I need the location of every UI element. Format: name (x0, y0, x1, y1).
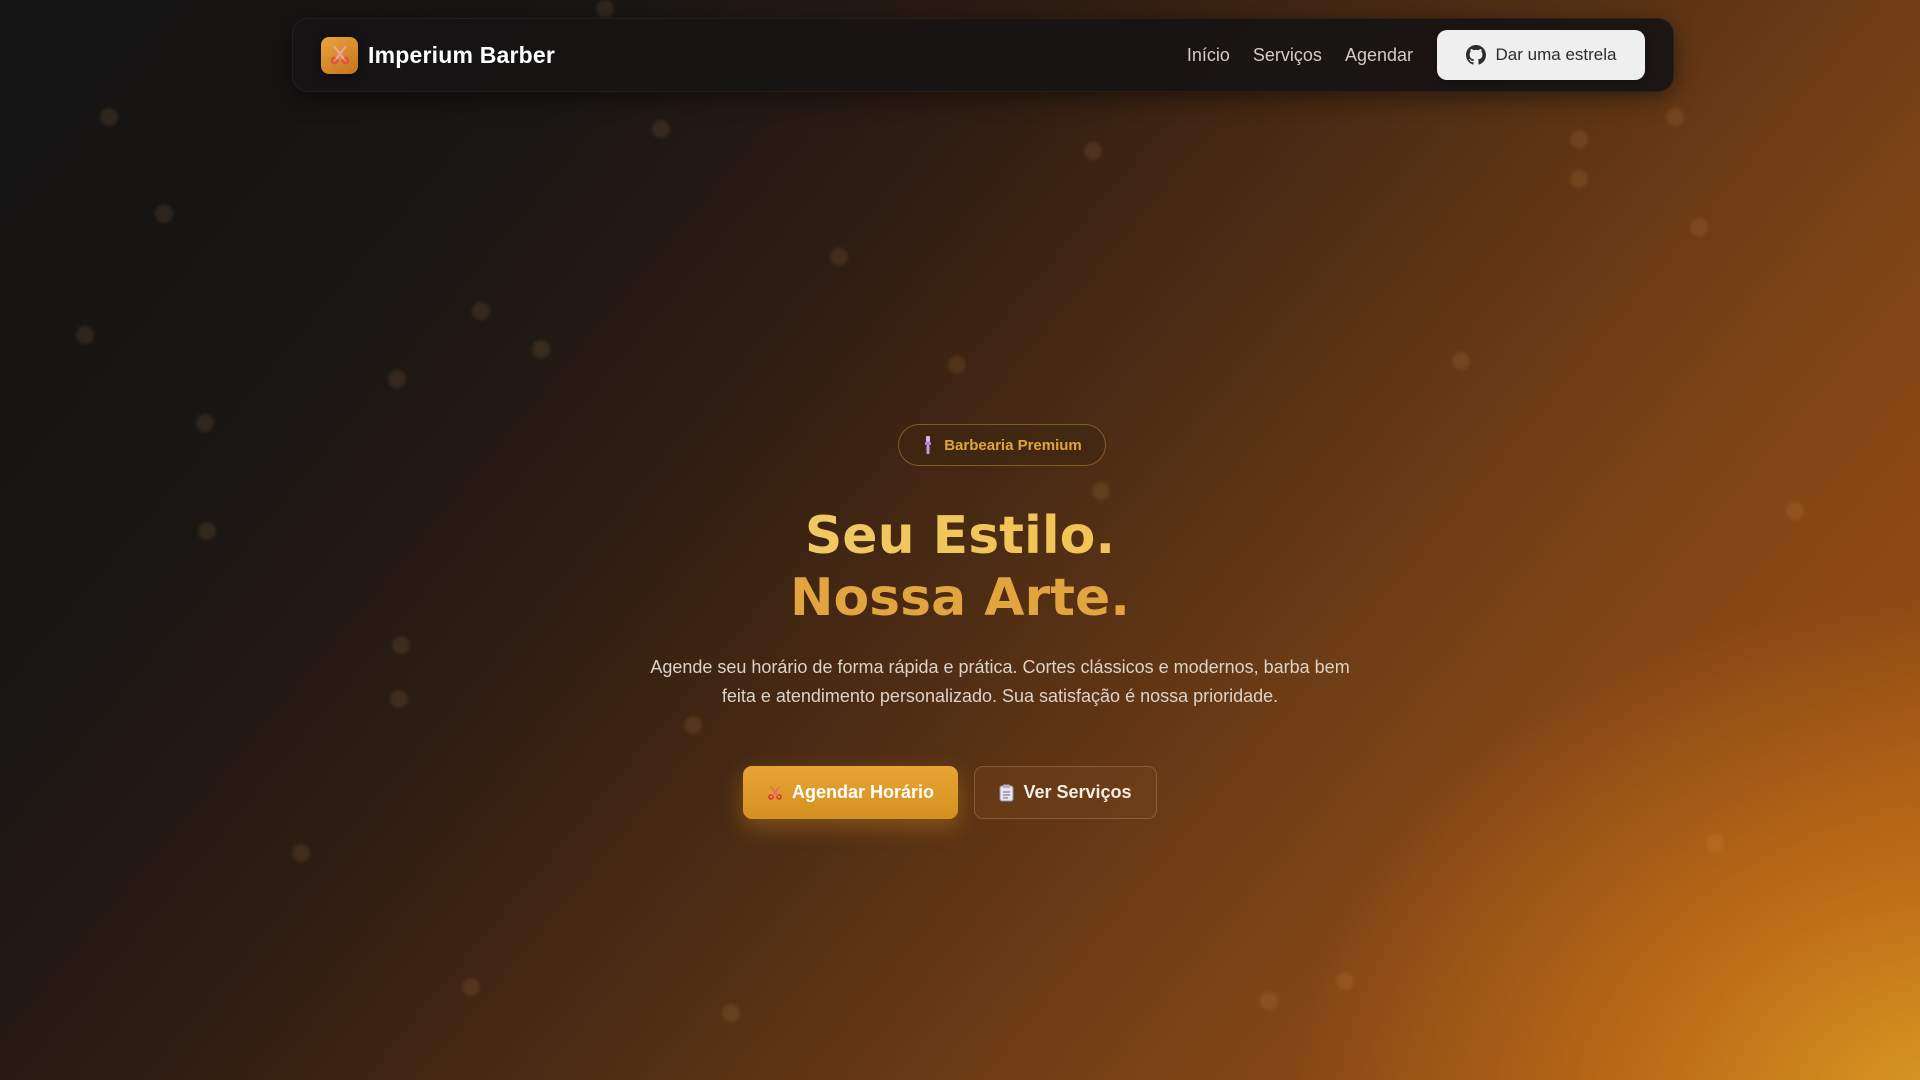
book-appointment-label: Agendar Horário (791, 782, 935, 802)
clipboard-icon (999, 784, 1014, 802)
premium-badge-label: Barbearia Premium (944, 436, 1082, 454)
hero-section: Barbearia Premium Seu Estilo. Nossa Arte… (0, 0, 1920, 1080)
cta-row: Agendar Horário Ver Serviços (0, 766, 1920, 819)
view-services-label: Ver Serviços (1023, 782, 1132, 802)
view-services-button[interactable]: Ver Serviços (974, 766, 1157, 819)
scissors-icon (767, 785, 783, 801)
hero-headline: Seu Estilo. Nossa Arte. (0, 505, 1920, 629)
premium-badge: Barbearia Premium (898, 424, 1106, 466)
headline-line-1: Seu Estilo. (0, 505, 1920, 567)
hero-subtitle: Agende seu horário de forma rápida e prá… (650, 657, 1350, 706)
razor-icon (922, 436, 934, 454)
headline-line-2: Nossa Arte. (0, 567, 1920, 629)
book-appointment-button[interactable]: Agendar Horário (743, 766, 958, 819)
